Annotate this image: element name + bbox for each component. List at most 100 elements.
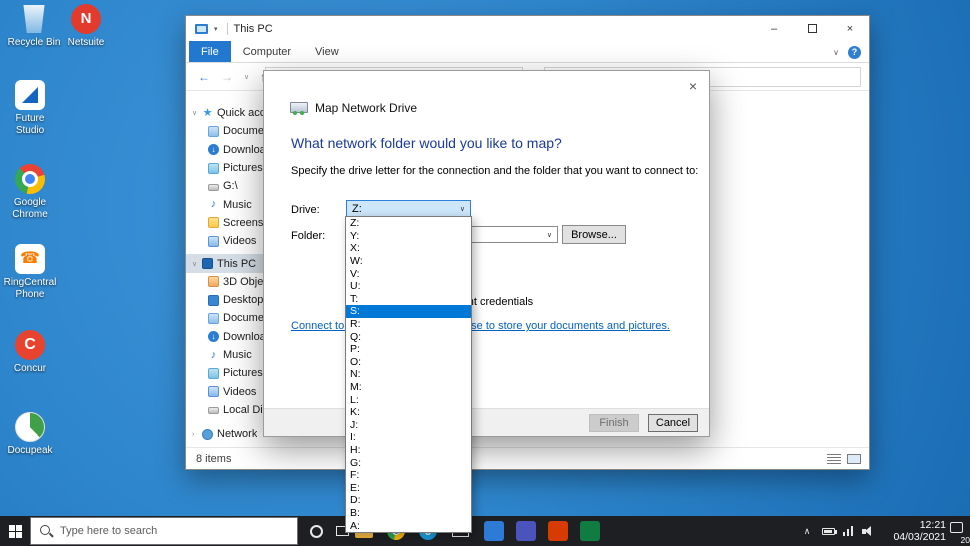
- windows-logo-icon: [9, 525, 22, 538]
- details-view-icon[interactable]: [827, 454, 841, 464]
- 3d-objects-icon: [208, 276, 219, 287]
- drive-option[interactable]: H:: [346, 444, 471, 457]
- chevron-down-icon[interactable]: ∨: [192, 260, 202, 268]
- drive-option[interactable]: L:: [346, 393, 471, 406]
- desktop-icon-label: Concur: [2, 363, 58, 375]
- ribbon-tabs: File Computer View ∨ ?: [186, 41, 869, 63]
- tab-file[interactable]: File: [189, 41, 231, 62]
- desktop-icon-label: RingCentral Phone: [2, 277, 58, 301]
- quick-access-toolbar-chevron-icon[interactable]: ▾: [214, 25, 218, 33]
- desktop-icon-label: Docupeak: [2, 445, 58, 457]
- drive-option[interactable]: J:: [346, 419, 471, 432]
- tab-view[interactable]: View: [303, 41, 351, 62]
- taskbar-app-3[interactable]: [546, 519, 570, 543]
- drive-option[interactable]: Z:: [346, 217, 471, 230]
- minimize-button[interactable]: –: [755, 16, 793, 41]
- desktop-icon-recycle-bin[interactable]: Recycle Bin: [6, 4, 62, 49]
- desktop-icon-label: Google Chrome: [2, 197, 58, 221]
- taskbar-app-1[interactable]: [482, 519, 506, 543]
- drive-option[interactable]: Y:: [346, 230, 471, 243]
- back-button[interactable]: ←: [198, 70, 210, 84]
- computer-icon: [202, 258, 213, 269]
- docupeak-icon: [15, 412, 45, 442]
- maximize-button[interactable]: [793, 16, 831, 41]
- drive-icon: [208, 407, 219, 414]
- chevron-down-icon: ∨: [547, 231, 552, 239]
- battery-icon: [822, 528, 835, 535]
- drive-option[interactable]: Q:: [346, 330, 471, 343]
- drive-option[interactable]: K:: [346, 406, 471, 419]
- show-hidden-icons-button[interactable]: ∧: [798, 516, 816, 546]
- taskbar-app-4[interactable]: [578, 519, 602, 543]
- desktop-icon-netsuite[interactable]: Netsuite: [58, 4, 114, 49]
- dialog-title: Map Network Drive: [315, 101, 417, 115]
- drive-option[interactable]: R:: [346, 318, 471, 331]
- forward-button[interactable]: →: [221, 70, 233, 84]
- dialog-subtext: Specify the drive letter for the connect…: [291, 165, 698, 177]
- battery-tray-button[interactable]: [818, 516, 838, 546]
- drive-option[interactable]: D:: [346, 494, 471, 507]
- window-title: This PC: [234, 23, 273, 35]
- network-signal-icon: [843, 526, 854, 536]
- drive-option[interactable]: F:: [346, 469, 471, 482]
- ringcentral-icon: [15, 244, 45, 274]
- drive-option[interactable]: N:: [346, 368, 471, 381]
- drive-option[interactable]: G:: [346, 456, 471, 469]
- drive-option[interactable]: A:: [346, 519, 471, 532]
- app-icon: [484, 521, 504, 541]
- title-bar[interactable]: ▾ This PC – ×: [186, 16, 869, 41]
- cortana-button[interactable]: [302, 516, 330, 546]
- drive-option[interactable]: I:: [346, 431, 471, 444]
- taskbar-app-2[interactable]: [514, 519, 538, 543]
- drive-option-selected[interactable]: S:: [346, 305, 471, 318]
- music-icon: ♪: [208, 199, 219, 210]
- taskbar: e ∧ 12:21 04/03/2021: [0, 516, 970, 546]
- chevron-down-icon[interactable]: ∨: [192, 109, 202, 117]
- cancel-button[interactable]: Cancel: [648, 414, 698, 432]
- drive-option[interactable]: U:: [346, 280, 471, 293]
- desktop-icon-future-studio[interactable]: Future Studio: [2, 80, 58, 137]
- thumbnails-view-icon[interactable]: [847, 454, 861, 464]
- netsuite-icon: [71, 4, 101, 34]
- volume-tray-button[interactable]: [858, 516, 878, 546]
- maximize-icon: [808, 24, 817, 33]
- action-center-button[interactable]: 20: [948, 516, 970, 546]
- folder-icon: [208, 217, 219, 228]
- dialog-close-button[interactable]: ×: [689, 78, 697, 94]
- chevron-right-icon[interactable]: ›: [192, 431, 202, 438]
- desktop-icon-label: Netsuite: [58, 37, 114, 49]
- tab-computer[interactable]: Computer: [231, 41, 303, 62]
- desktop-icon-ringcentral-phone[interactable]: RingCentral Phone: [2, 244, 58, 301]
- desktop-icon-docupeak[interactable]: Docupeak: [2, 412, 58, 457]
- drive-option[interactable]: B:: [346, 507, 471, 520]
- drive-option[interactable]: E:: [346, 481, 471, 494]
- downloads-icon: ↓: [208, 331, 219, 342]
- concur-icon: [15, 330, 45, 360]
- search-input[interactable]: [60, 525, 289, 537]
- drive-option[interactable]: T:: [346, 293, 471, 306]
- desktop-icon-google-chrome[interactable]: Google Chrome: [2, 164, 58, 221]
- expand-ribbon-icon[interactable]: ∨: [833, 48, 839, 57]
- taskbar-search[interactable]: [30, 517, 298, 545]
- drive-option[interactable]: W:: [346, 255, 471, 268]
- title-separator: [227, 23, 228, 35]
- app-icon: [516, 521, 536, 541]
- drive-combobox[interactable]: Z: ∨: [346, 200, 471, 217]
- drive-option[interactable]: V:: [346, 267, 471, 280]
- drive-option[interactable]: M:: [346, 381, 471, 394]
- finish-button[interactable]: Finish: [589, 414, 639, 432]
- network-tray-button[interactable]: [838, 516, 858, 546]
- drive-option[interactable]: P:: [346, 343, 471, 356]
- help-icon[interactable]: ?: [848, 46, 861, 59]
- drive-option[interactable]: X:: [346, 242, 471, 255]
- close-button[interactable]: ×: [831, 16, 869, 41]
- network-icon: [202, 429, 213, 440]
- taskbar-clock[interactable]: 12:21 04/03/2021: [884, 519, 946, 543]
- start-button[interactable]: [0, 516, 30, 546]
- recent-locations-chevron-icon[interactable]: ∨: [244, 73, 249, 81]
- documents-icon: [208, 313, 219, 324]
- browse-button[interactable]: Browse...: [562, 225, 626, 244]
- this-pc-icon: [195, 24, 208, 34]
- drive-option[interactable]: O:: [346, 356, 471, 369]
- desktop-icon-concur[interactable]: Concur: [2, 330, 58, 375]
